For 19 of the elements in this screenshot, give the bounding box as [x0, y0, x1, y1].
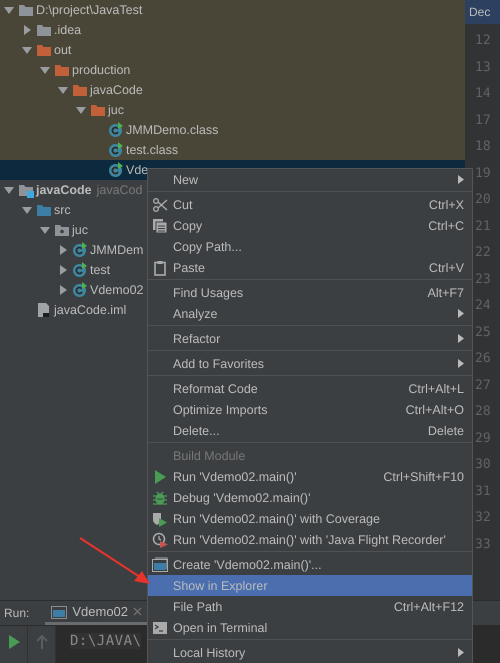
tree-label: test.class: [126, 143, 178, 157]
tree-label: Vde: [126, 163, 148, 177]
tree-label: JMMDem: [90, 243, 144, 257]
tree-label: juc: [72, 223, 88, 237]
tree-label: JMMDemo.class: [126, 123, 218, 137]
tree-label: out: [54, 43, 72, 57]
tree-label: src: [54, 203, 71, 217]
tree-label: javaCode: [36, 183, 92, 197]
tree-label: juc: [108, 103, 124, 117]
tree-label: test: [90, 263, 110, 277]
tree-label: D:\project\JavaTest: [36, 3, 142, 17]
tree-label: Vdemo02: [90, 283, 144, 297]
tree-label: javaCode: [90, 83, 143, 97]
tree-label: production: [72, 63, 130, 77]
tree-label: .idea: [54, 23, 82, 37]
console-output: D:\JAVA\: [70, 633, 142, 649]
module-path: javaCod: [96, 183, 142, 197]
run-label: Run:: [4, 606, 30, 620]
tree-label: javaCode.iml: [54, 303, 126, 317]
